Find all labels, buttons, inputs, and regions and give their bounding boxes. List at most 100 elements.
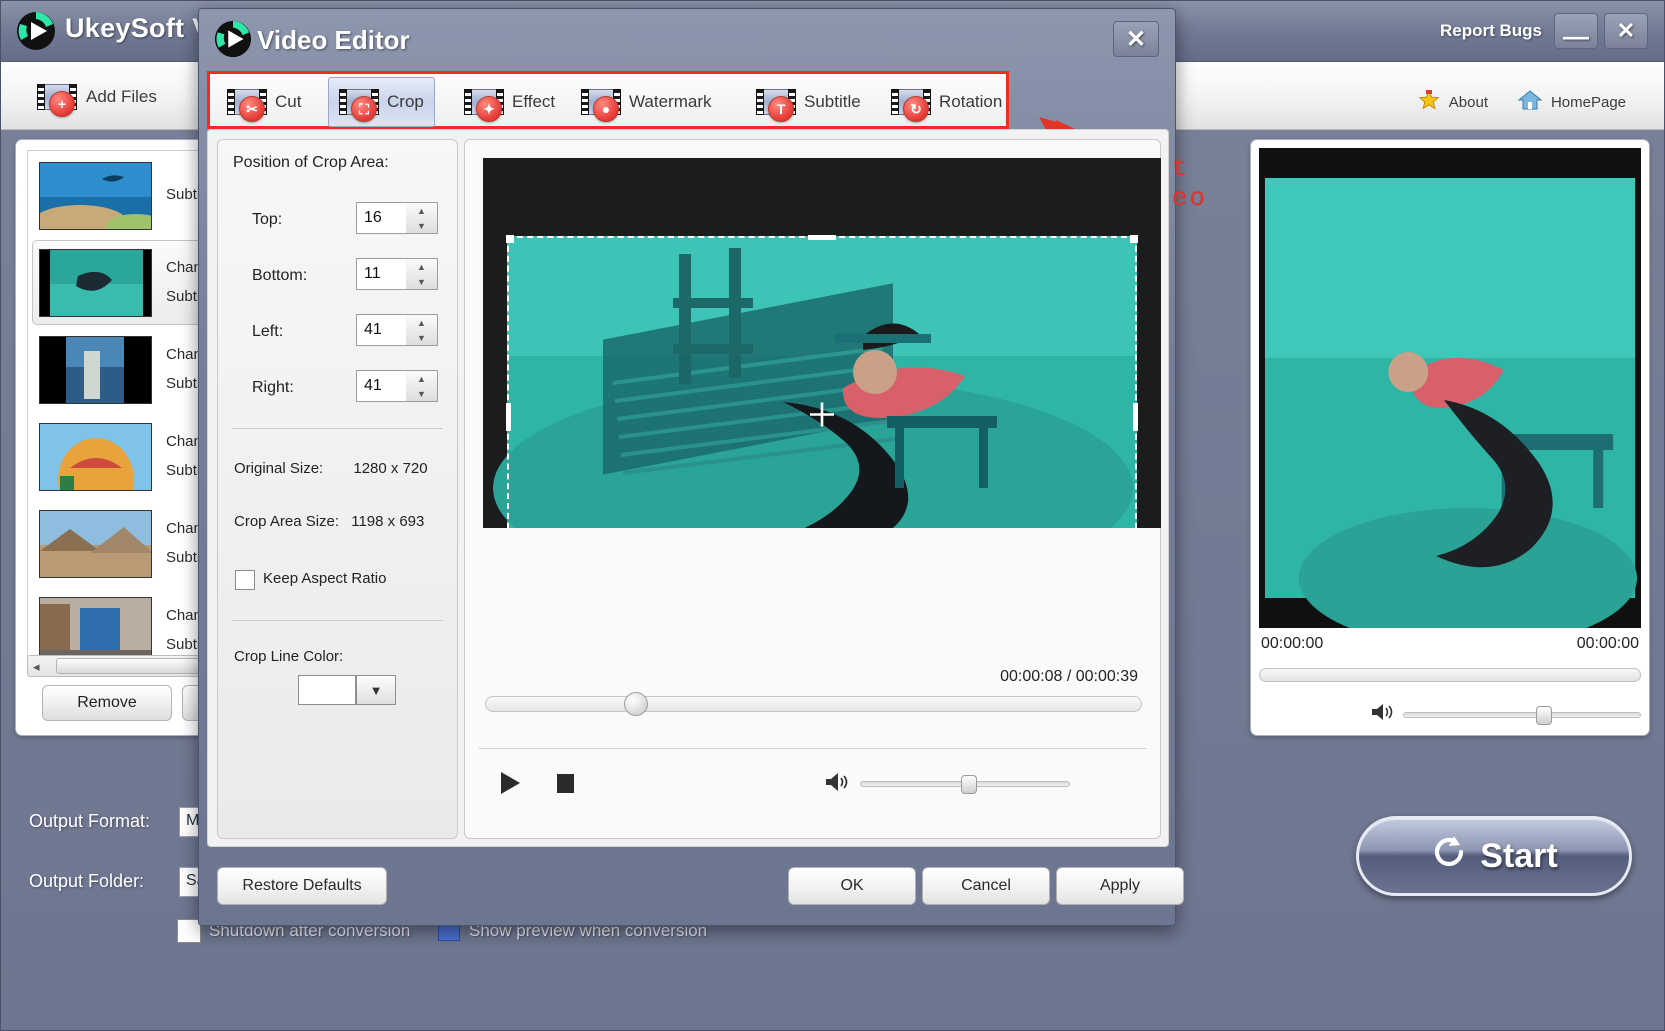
crop-right-stepper[interactable]: ▲ ▼: [406, 370, 438, 402]
preview-time-left: 00:00:00: [1261, 635, 1324, 652]
minimize-button[interactable]: —: [1554, 13, 1598, 49]
effect-icon: ✦: [464, 87, 504, 122]
restore-defaults-button[interactable]: Restore Defaults: [217, 867, 387, 905]
preview-video-surface[interactable]: [1259, 148, 1641, 648]
tab-subtitle[interactable]: T Subtitle: [745, 77, 872, 127]
restore-defaults-label: Restore Defaults: [242, 877, 362, 894]
chevron-down-icon: ▼: [369, 682, 383, 698]
app-title: UkeySoft Vi: [65, 13, 218, 43]
settings-divider: [232, 428, 443, 429]
crop-top-label: Top:: [252, 211, 283, 228]
droplet-glyph: ●: [593, 96, 619, 122]
speaker-icon: [825, 772, 849, 797]
stepper-up-icon[interactable]: ▲: [406, 259, 437, 274]
remove-button[interactable]: Remove: [42, 685, 172, 721]
text-t-glyph: T: [768, 96, 794, 122]
cancel-label: Cancel: [961, 877, 1011, 894]
stop-button[interactable]: [550, 768, 580, 798]
original-size-row: Original Size: 1280 x 720: [234, 460, 428, 477]
close-icon: ✕: [1616, 18, 1636, 43]
player-volume-control[interactable]: [825, 772, 1070, 796]
star-icon: [1418, 89, 1440, 115]
crop-bottom-stepper[interactable]: ▲ ▼: [406, 258, 438, 290]
player-controls-divider: [479, 748, 1146, 749]
homepage-button[interactable]: HomePage: [1510, 80, 1634, 124]
scissors-icon: ✂: [227, 87, 267, 122]
crop-area-size-label: Crop Area Size:: [234, 513, 340, 530]
crop-area-size-row: Crop Area Size: 1198 x 693: [234, 513, 424, 530]
tab-cut[interactable]: ✂ Cut: [216, 77, 312, 127]
volume-slider-track[interactable]: [1403, 706, 1641, 725]
homepage-label: HomePage: [1550, 93, 1626, 111]
minimize-icon: —: [1563, 21, 1589, 51]
crop-preview-panel: 00:00:08 / 00:00:39: [464, 139, 1161, 839]
crop-top-row: Top: 16 ▲ ▼: [218, 202, 457, 242]
stepper-down-icon[interactable]: ▼: [406, 386, 437, 401]
stepper-down-icon[interactable]: ▼: [406, 330, 437, 345]
scroll-left-icon[interactable]: ◂: [33, 659, 40, 675]
preview-time-right: 00:00:00: [1576, 635, 1639, 652]
player-seek-slider[interactable]: [485, 692, 1142, 716]
stepper-down-icon[interactable]: ▼: [406, 274, 437, 289]
crop-left-row: Left: 41 ▲ ▼: [218, 314, 457, 354]
close-button[interactable]: ✕: [1604, 13, 1648, 49]
play-button[interactable]: [495, 768, 525, 798]
crop-handle-left[interactable]: [506, 403, 511, 431]
rotate-icon: ↻: [891, 87, 931, 122]
crop-left-stepper[interactable]: ▲ ▼: [406, 314, 438, 346]
ok-label: OK: [840, 877, 864, 894]
tab-effect[interactable]: ✦ Effect: [453, 77, 566, 127]
keep-aspect-ratio-label: Keep Aspect Ratio: [263, 570, 387, 587]
crop-settings-panel: Position of Crop Area: Top: 16 ▲ ▼ Botto…: [217, 139, 458, 839]
ok-button[interactable]: OK: [788, 867, 916, 905]
crop-glyph: ⛶: [351, 96, 377, 122]
preview-volume-control[interactable]: [1259, 700, 1641, 730]
droplet-icon: ●: [581, 87, 621, 122]
volume-slider-knob[interactable]: [960, 775, 977, 794]
preview-seek-slider[interactable]: [1259, 668, 1641, 682]
tab-watermark[interactable]: ● Watermark: [570, 77, 723, 127]
crop-handle-tl[interactable]: [506, 235, 514, 243]
editor-title: Video Editor: [257, 25, 410, 55]
stepper-down-icon[interactable]: ▼: [406, 218, 437, 233]
crop-handle-right[interactable]: [1133, 403, 1138, 431]
report-bugs-link[interactable]: Report Bugs: [1440, 21, 1542, 41]
output-folder-label: Output Folder:: [29, 871, 145, 891]
tab-rotation[interactable]: ↻ Rotation: [880, 77, 1013, 127]
play-icon: [500, 772, 520, 794]
volume-slider-knob[interactable]: [1536, 706, 1553, 725]
thumbnail: [39, 509, 152, 578]
start-button[interactable]: Start: [1356, 816, 1632, 896]
home-icon: [1517, 89, 1543, 115]
remove-label: Remove: [77, 694, 137, 711]
tab-crop[interactable]: ⛶ Crop: [328, 77, 435, 127]
editor-close-button[interactable]: ✕: [1113, 21, 1159, 57]
volume-slider-track[interactable]: [860, 775, 1070, 794]
stepper-up-icon[interactable]: ▲: [406, 203, 437, 218]
tab-watermark-label: Watermark: [629, 92, 712, 111]
start-label: Start: [1480, 836, 1558, 875]
crop-selection-rectangle[interactable]: [506, 235, 1138, 528]
editor-titlebar: Video Editor ✕: [199, 9, 1175, 71]
cancel-button[interactable]: Cancel: [922, 867, 1050, 905]
tab-subtitle-label: Subtitle: [804, 92, 861, 111]
about-label: About: [1448, 93, 1488, 111]
editor-tab-strip: ✂ Cut ⛶ Crop ✦ Effect ● Watermark T Subt…: [207, 71, 1009, 129]
stepper-up-icon[interactable]: ▲: [406, 371, 437, 386]
crop-line-color-swatch[interactable]: [298, 675, 356, 705]
scissors-glyph: ✂: [239, 96, 265, 122]
stepper-up-icon[interactable]: ▲: [406, 315, 437, 330]
keep-aspect-ratio-checkbox[interactable]: [235, 570, 255, 590]
player-time-readout: 00:00:08 / 00:00:39: [1000, 668, 1138, 685]
crop-top-stepper[interactable]: ▲ ▼: [406, 202, 438, 234]
crop-right-row: Right: 41 ▲ ▼: [218, 370, 457, 410]
crop-line-color-dropdown[interactable]: ▼: [356, 675, 396, 705]
crop-handle-tr[interactable]: [1130, 235, 1138, 243]
about-button[interactable]: About: [1410, 80, 1496, 124]
crop-handle-top[interactable]: [808, 235, 836, 240]
refresh-icon: [1430, 833, 1468, 880]
add-files-button[interactable]: + Add Files: [29, 75, 165, 119]
video-preview-stage[interactable]: [483, 158, 1161, 528]
apply-button[interactable]: Apply: [1056, 867, 1184, 905]
player-seek-knob[interactable]: [624, 692, 648, 716]
